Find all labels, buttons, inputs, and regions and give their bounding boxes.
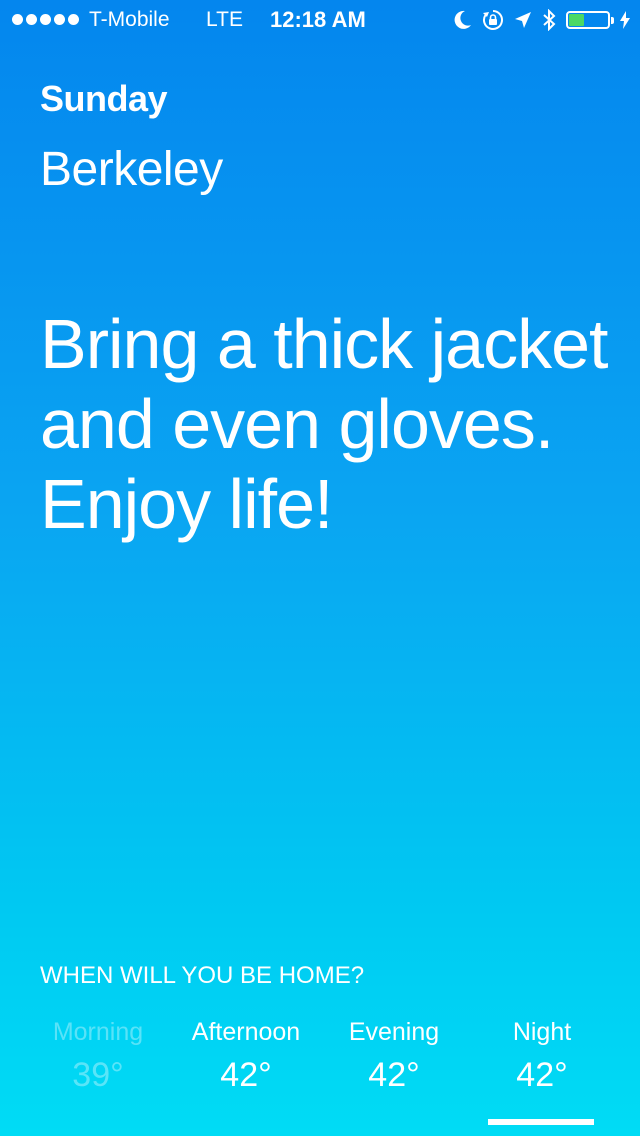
location-arrow-icon [514,11,532,29]
time-period-selector: Morning 39° Afternoon 42° Evening 42° Ni… [24,1018,616,1095]
day-label: Sunday [40,78,168,119]
period-night[interactable]: Night 42° [468,1018,616,1095]
bluetooth-icon [542,9,556,31]
network-type: LTE [206,8,243,31]
period-temperature: 42° [368,1056,420,1094]
status-bar: T-Mobile LTE 12:18 AM [0,0,640,40]
weather-screen: T-Mobile LTE 12:18 AM Sunday Berkeley Br… [0,0,640,1136]
carrier-name: T-Mobile [89,8,170,31]
clothing-advice-message: Bring a thick jacket and even gloves. En… [40,305,608,543]
status-time: 12:18 AM [270,7,366,32]
period-evening[interactable]: Evening 42° [320,1018,468,1095]
period-name: Afternoon [191,1018,301,1046]
period-morning[interactable]: Morning 39° [24,1018,172,1095]
period-name: Night [512,1018,572,1046]
period-temperature: 42° [516,1056,568,1094]
period-temperature: 42° [220,1056,272,1094]
status-icons [454,6,630,34]
city-label[interactable]: Berkeley [40,142,223,197]
home-time-question: WHEN WILL YOU BE HOME? [40,962,365,989]
moon-icon [454,10,472,30]
rotation-lock-icon [482,9,504,31]
period-temperature: 39° [72,1056,124,1094]
charging-bolt-icon [620,11,630,29]
period-afternoon[interactable]: Afternoon 42° [172,1018,320,1095]
battery-icon [566,11,614,29]
selected-period-indicator [488,1119,594,1125]
period-name: Evening [348,1018,440,1046]
period-name: Morning [52,1018,144,1046]
signal-strength-icon [12,14,79,25]
